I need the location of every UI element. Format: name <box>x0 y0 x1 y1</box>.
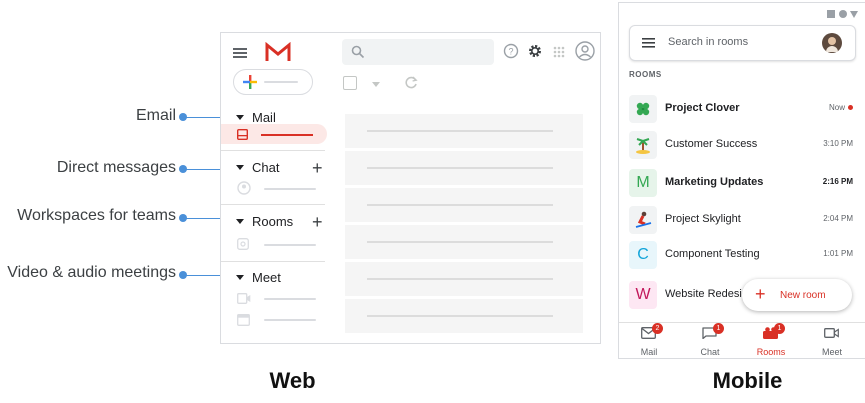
tab-rooms[interactable]: 1 Rooms <box>741 323 801 358</box>
room-name: Marketing Updates <box>665 176 764 188</box>
search-icon <box>351 45 365 59</box>
annotation-label: Direct messages <box>56 159 176 176</box>
compose-plus-icon <box>243 75 257 89</box>
video-icon <box>824 328 839 338</box>
mobile-caption: Mobile <box>712 368 783 393</box>
help-icon[interactable]: ? <box>503 43 519 64</box>
meet-item-placeholder <box>264 319 316 321</box>
room-time: 1:01 PM <box>823 249 853 258</box>
video-call-icon <box>237 293 251 304</box>
annotation-label: Email <box>135 107 176 124</box>
rooms-section-title[interactable]: Rooms <box>252 214 293 229</box>
chat-collapse-icon[interactable] <box>236 165 244 170</box>
chat-section-title[interactable]: Chat <box>252 160 279 175</box>
room-time: 3:10 PM <box>823 139 853 148</box>
person-icon <box>237 181 251 195</box>
message-row[interactable] <box>345 188 583 222</box>
room-item[interactable]: Project Skylight 2:04 PM <box>619 204 865 240</box>
meet-section-title[interactable]: Meet <box>252 270 281 285</box>
divider <box>221 204 325 205</box>
notification-badge: 2 <box>652 323 663 334</box>
inbox-icon <box>237 129 248 140</box>
message-row[interactable] <box>345 225 583 259</box>
settings-gear-icon[interactable] <box>527 43 543 64</box>
hamburger-menu-icon[interactable] <box>233 46 247 64</box>
letter-c-icon: C <box>629 241 657 269</box>
letter-w-icon: W <box>629 281 657 309</box>
notification-badge: 1 <box>713 323 724 334</box>
apps-grid-icon[interactable] <box>553 45 565 63</box>
rooms-section-header: ROOMS <box>629 70 662 79</box>
select-all-checkbox[interactable] <box>343 76 357 90</box>
notification-badge: 1 <box>774 323 785 334</box>
tab-label: Chat <box>700 347 720 357</box>
room-name: Customer Success <box>665 138 758 150</box>
meet-item-placeholder <box>264 298 316 300</box>
plus-icon: + <box>755 284 766 304</box>
message-row[interactable] <box>345 151 583 185</box>
divider <box>221 150 325 151</box>
room-name: Website Redesig <box>665 288 748 300</box>
annotation-label: Workspaces for teams <box>17 207 176 224</box>
hamburger-menu-icon[interactable] <box>642 38 655 48</box>
mail-inbox-item[interactable] <box>221 124 327 144</box>
mail-section-title[interactable]: Mail <box>252 110 276 125</box>
island-icon <box>629 131 657 159</box>
refresh-icon[interactable] <box>404 76 418 95</box>
room-time: 2:04 PM <box>823 214 853 223</box>
status-triangle-icon <box>850 11 858 18</box>
room-time: 2:16 PM <box>822 177 853 186</box>
add-room-icon[interactable]: + <box>312 213 323 231</box>
divider <box>221 261 325 262</box>
search-bar[interactable] <box>342 39 494 65</box>
room-item[interactable]: Customer Success 3:10 PM <box>619 129 865 165</box>
new-room-button[interactable]: + New room <box>742 279 852 311</box>
tab-label: Meet <box>821 347 842 357</box>
room-name: Project Skylight <box>665 213 741 225</box>
message-row[interactable] <box>345 114 583 148</box>
mail-collapse-icon[interactable] <box>236 115 244 120</box>
unread-dot <box>848 105 853 110</box>
room-name: Project Clover <box>665 102 740 114</box>
calendar-icon <box>237 314 250 326</box>
tab-meet[interactable]: Meet <box>802 325 862 358</box>
tab-chat[interactable]: 1 Chat <box>680 323 740 358</box>
message-row[interactable] <box>345 299 583 333</box>
room-item[interactable]: M Marketing Updates 2:16 PM <box>619 167 865 203</box>
status-circle-icon <box>839 10 847 18</box>
room-icon <box>237 238 249 250</box>
inbox-label-placeholder <box>261 134 313 136</box>
svg-text:?: ? <box>508 47 513 57</box>
room-time: Now <box>828 103 845 112</box>
tab-label: Mail <box>640 347 658 357</box>
status-square-icon <box>827 10 835 18</box>
room-item[interactable]: Project Clover Now <box>619 93 865 129</box>
account-avatar-icon[interactable] <box>575 41 595 66</box>
compose-button[interactable] <box>233 69 313 95</box>
web-caption: Web <box>269 368 316 393</box>
room-item-placeholder <box>264 244 316 246</box>
mobile-window: Search in rooms ROOMS Project Clover Now… <box>618 2 865 359</box>
search-placeholder: Search in rooms <box>668 36 749 48</box>
clover-icon <box>629 95 657 123</box>
meet-collapse-icon[interactable] <box>236 275 244 280</box>
skier-icon <box>629 206 657 234</box>
gmail-logo-icon <box>265 41 291 67</box>
annotation-label: Video & audio meetings <box>7 264 176 281</box>
room-name: Component Testing <box>665 248 760 260</box>
message-row[interactable] <box>345 262 583 296</box>
tab-label: Rooms <box>756 347 786 357</box>
new-room-label: New room <box>780 290 826 301</box>
avatar[interactable] <box>822 33 842 53</box>
add-chat-icon[interactable]: + <box>312 159 323 177</box>
select-dropdown-icon[interactable] <box>372 82 380 87</box>
rooms-collapse-icon[interactable] <box>236 219 244 224</box>
chat-item-placeholder <box>264 188 316 190</box>
room-item[interactable]: C Component Testing 1:01 PM <box>619 239 865 275</box>
letter-m-icon: M <box>629 169 657 197</box>
compose-placeholder <box>264 81 298 83</box>
tab-mail[interactable]: 2 Mail <box>619 323 679 358</box>
search-bar[interactable]: Search in rooms <box>629 25 856 61</box>
